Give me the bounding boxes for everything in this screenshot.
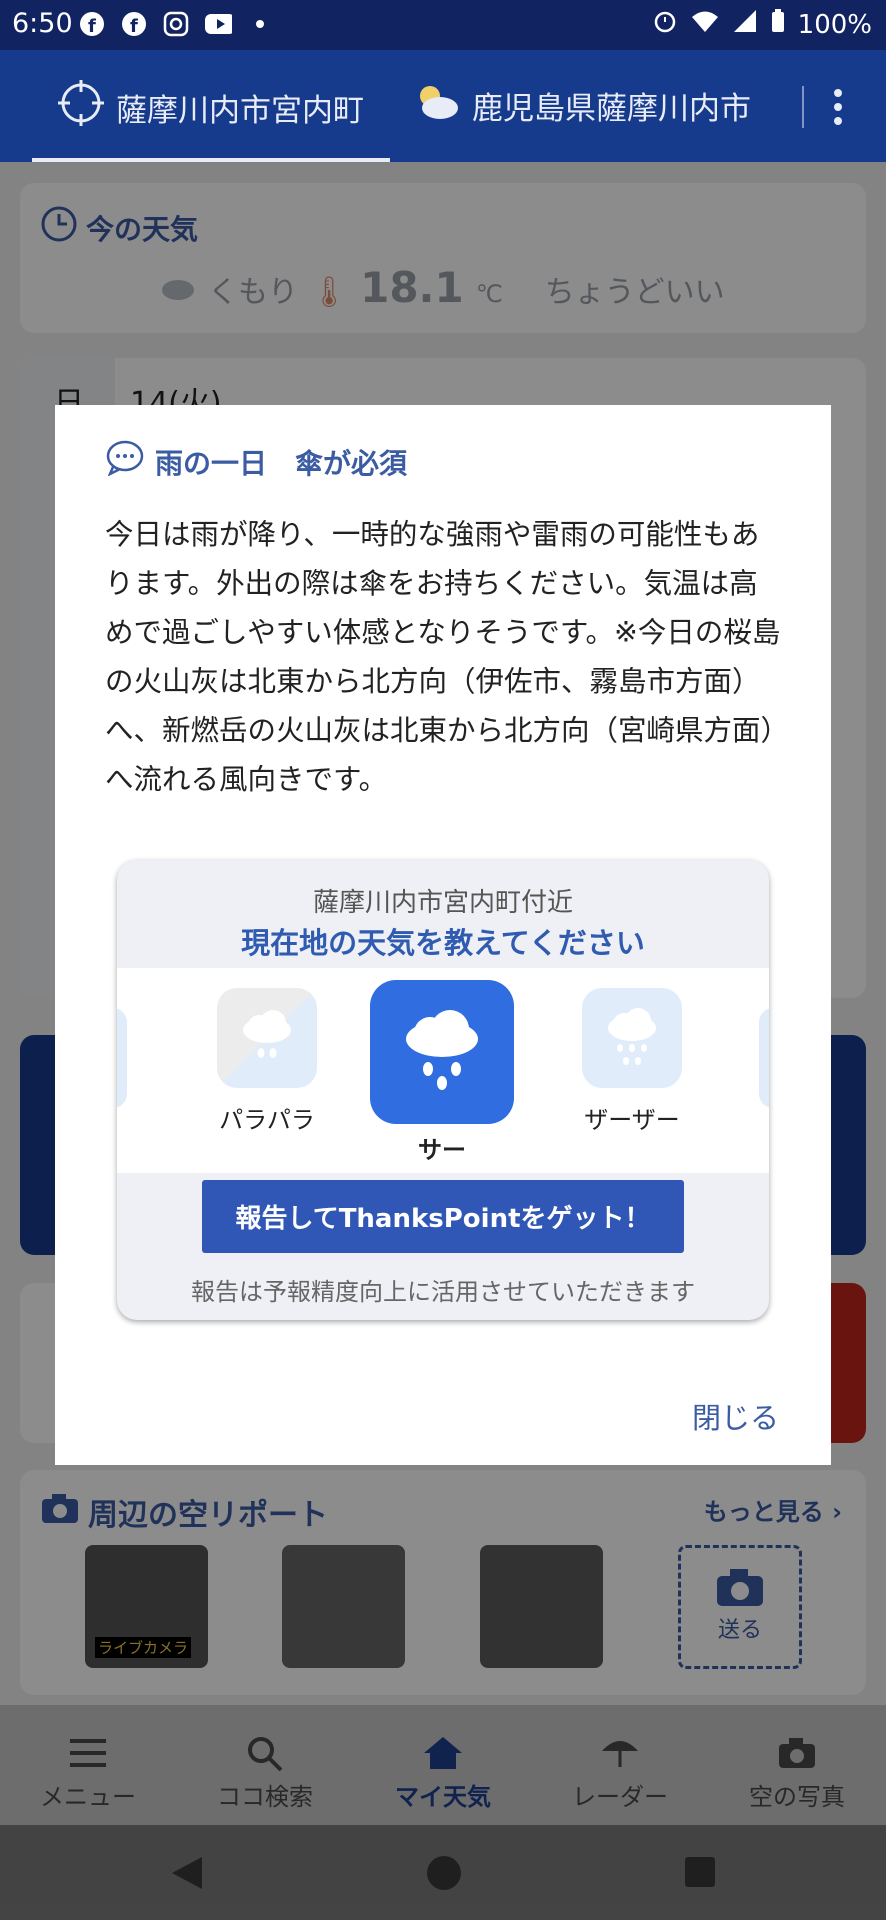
choice-light-rain[interactable]: パラパラ xyxy=(197,988,337,1135)
dialog-title: 雨の一日 傘が必須 xyxy=(105,440,407,483)
weather-choices: パラパラ サー ザーザー xyxy=(117,968,769,1173)
partial-choice-tile[interactable] xyxy=(759,1008,769,1108)
dialog-body-text: 今日は雨が降り、一時的な強雨や雷雨の可能性もあります。外出の際は傘をお持ちくださ… xyxy=(105,518,781,796)
report-location: 薩摩川内市宮内町付近 xyxy=(312,888,573,918)
close-button[interactable]: 閉じる xyxy=(692,1395,779,1437)
header-overlay xyxy=(0,0,886,162)
report-note: 報告は予報精度向上に活用させていただきます xyxy=(191,1278,695,1306)
heavy-rain-icon xyxy=(582,988,682,1088)
report-button[interactable]: 報告してThanksPointをゲット！ xyxy=(202,1180,684,1253)
rain-icon xyxy=(370,980,514,1124)
choice-heavy-rain[interactable]: ザーザー xyxy=(557,988,707,1135)
choice-rain-selected[interactable]: サー xyxy=(367,980,517,1165)
report-question: 現在地の天気を教えてください xyxy=(241,926,645,960)
partial-choice-tile[interactable] xyxy=(117,1008,127,1108)
choice-label: ザーザー xyxy=(584,1106,680,1134)
choice-label: サー xyxy=(418,1136,466,1164)
forecast-dialog: 雨の一日 傘が必須 今日は雨が降り、一時的な強雨や雷雨の可能性もあります。外出の… xyxy=(55,405,831,1465)
choice-label: パラパラ xyxy=(219,1106,315,1134)
weather-report-panel: 薩摩川内市宮内町付近 現在地の天気を教えてください パラパラ サー ザーザー 報… xyxy=(117,860,769,1320)
light-rain-icon xyxy=(217,988,317,1088)
speech-bubble-icon xyxy=(105,440,145,483)
dialog-title-text: 雨の一日 傘が必須 xyxy=(155,446,408,480)
